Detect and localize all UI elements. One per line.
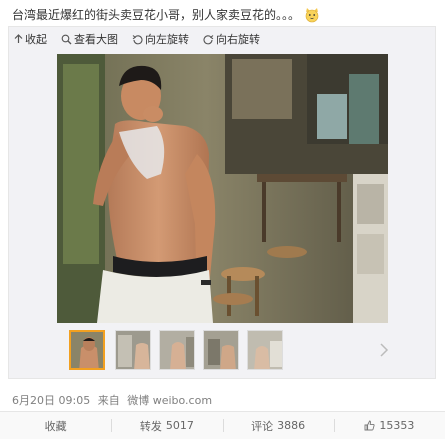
zoom-icon xyxy=(61,34,72,44)
post-meta: 6月20日 09:05 来自 微博 weibo.com xyxy=(12,392,216,408)
thumbnail-item[interactable] xyxy=(203,330,239,370)
post-source[interactable]: 微博 weibo.com xyxy=(127,394,212,407)
comment-count: 3886 xyxy=(277,419,306,432)
post-text: 台湾最近爆红的街头卖豆花小哥，别人家卖豆花的。。。 xyxy=(12,6,320,23)
post-text-content: 台湾最近爆红的街头卖豆花小哥，别人家卖豆花的。。。 xyxy=(12,8,301,22)
thumbnail-image xyxy=(160,331,194,369)
repost-label: 转发 xyxy=(139,419,162,433)
thumbs-up-icon xyxy=(364,420,375,431)
rotate-left-label: 向左旋转 xyxy=(145,33,189,46)
rotate-left-button[interactable]: 向左旋转 xyxy=(132,31,189,47)
thumbnail-image xyxy=(204,331,238,369)
rotate-right-icon xyxy=(203,34,214,44)
favorite-label: 收藏 xyxy=(44,419,67,433)
thumbnail-image xyxy=(248,331,282,369)
post-date[interactable]: 6月20日 09:05 xyxy=(12,394,90,407)
collapse-label: 收起 xyxy=(25,33,47,46)
like-count: 15353 xyxy=(379,419,415,432)
thumbnail-item[interactable] xyxy=(159,330,195,370)
favorite-button[interactable]: 收藏 xyxy=(0,412,111,439)
thumbnail-next-arrow-icon[interactable] xyxy=(379,342,389,358)
rotate-right-label: 向右旋转 xyxy=(216,33,260,46)
thumbnail-strip xyxy=(57,330,389,372)
collapse-button[interactable]: 收起 xyxy=(14,31,47,47)
comment-label: 评论 xyxy=(251,419,274,433)
thumbnail-image xyxy=(71,332,103,368)
image-toolbar: 收起 查看大图 向左旋转 向右旋转 xyxy=(14,31,274,47)
thumbnail-image xyxy=(116,331,150,369)
rotate-left-icon xyxy=(132,34,143,44)
thumbnail-item[interactable] xyxy=(69,330,105,370)
like-button[interactable]: 15353 xyxy=(333,412,445,439)
thumbnail-item[interactable] xyxy=(247,330,283,370)
arrow-up-icon xyxy=(14,34,23,43)
main-photo[interactable] xyxy=(57,54,388,323)
comment-button[interactable]: 评论 3886 xyxy=(222,412,334,439)
thumbnail-item[interactable] xyxy=(115,330,151,370)
repost-button[interactable]: 转发 5017 xyxy=(111,412,222,439)
view-large-label: 查看大图 xyxy=(74,33,118,46)
cat-face-emoji-icon xyxy=(304,7,320,23)
source-prefix: 来自 xyxy=(97,394,120,407)
photo-illustration xyxy=(57,54,388,323)
action-bar: 收藏 转发 5017 评论 3886 15353 xyxy=(0,412,445,439)
rotate-right-button[interactable]: 向右旋转 xyxy=(203,31,260,47)
repost-count: 5017 xyxy=(165,419,194,432)
view-large-button[interactable]: 查看大图 xyxy=(61,31,118,47)
